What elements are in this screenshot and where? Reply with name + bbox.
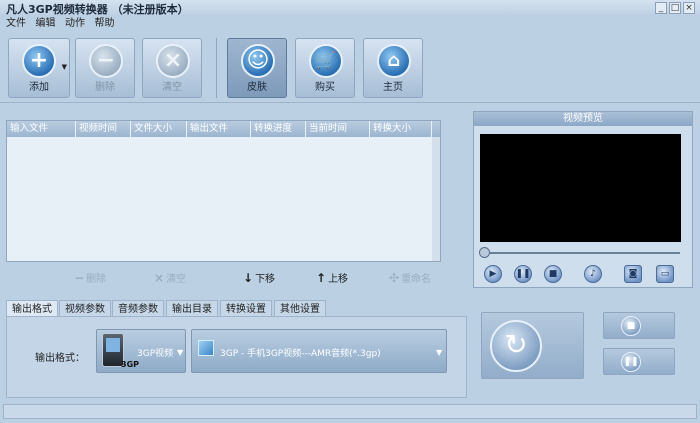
rename-label: 重命名 (401, 274, 432, 285)
video-preview-panel: 视频预览 ▶ ❚❚ ■ ♪ ◙ ▭ (473, 111, 693, 288)
format-value: 3GP视频 (137, 349, 174, 359)
menu-file[interactable]: 文件 (6, 16, 26, 31)
home-button[interactable]: ⌂ 主页 (363, 38, 423, 98)
seek-handle[interactable] (479, 247, 490, 258)
file-list-scrollbar[interactable] (432, 137, 440, 261)
arrow-up-icon: ↑ (316, 271, 327, 285)
house-icon: ⌂ (377, 44, 411, 78)
title-bar: 凡人3GP视频转换器 （未注册版本） _ □ × (0, 0, 700, 16)
minus-icon: − (74, 271, 85, 285)
volume-icon[interactable]: ♪ (584, 265, 602, 283)
buy-label: 购买 (315, 82, 335, 93)
delete-button[interactable]: − 删除 (75, 38, 135, 98)
tab-convert-settings[interactable]: 转换设置 (220, 300, 272, 317)
column-output-file[interactable]: 输出文件 (187, 121, 251, 137)
menu-help[interactable]: 帮助 (95, 16, 115, 31)
minus-icon: − (89, 44, 123, 78)
x-icon: × (154, 271, 165, 285)
move-up-button[interactable]: ↑ 上移 (316, 270, 348, 285)
list-delete-label: 删除 (86, 274, 107, 285)
cart-icon: 🛒 (309, 44, 343, 78)
menu-bar: 文件 编辑 动作 帮助 (0, 16, 700, 31)
move-down-label: 下移 (255, 274, 276, 285)
move-up-label: 上移 (328, 274, 349, 285)
tab-audio-params[interactable]: 音频参数 (112, 300, 164, 317)
rename-icon: ✣ (389, 271, 400, 285)
column-progress[interactable]: 转换进度 (251, 121, 306, 137)
chevron-down-icon: ▼ (177, 348, 184, 357)
convert-arrow-icon: ↻ (490, 320, 542, 372)
home-label: 主页 (383, 82, 403, 93)
column-current-time[interactable]: 当前时间 (306, 121, 370, 137)
status-bar (3, 404, 697, 419)
snapshot-icon[interactable]: ◙ (624, 265, 642, 283)
cube-icon (198, 340, 214, 356)
column-input-file[interactable]: 输入文件 (7, 121, 76, 137)
column-video-time[interactable]: 视频时间 (76, 121, 131, 137)
menu-edit[interactable]: 编辑 (36, 16, 56, 31)
delete-label: 删除 (95, 82, 115, 93)
maximize-button[interactable]: □ (669, 2, 681, 14)
dropdown-arrow-icon[interactable]: ▼ (62, 63, 67, 71)
format-badge: 3GP (121, 360, 139, 369)
output-format-label: 输出格式： (35, 353, 85, 364)
tab-video-params[interactable]: 视频参数 (59, 300, 111, 317)
profile-value: 3GP - 手机3GP视频---AMR音频(*.3gp) (220, 349, 381, 359)
seek-bar[interactable] (484, 252, 680, 254)
output-format-panel: 输出格式： 3GP 3GP视频 ▼ 3GP - 手机3GP视频---AMR音频(… (6, 316, 467, 398)
list-actions: − 删除 × 清空 ↓ 下移 ↑ 上移 ✣ 重命名 (6, 268, 441, 288)
add-button[interactable]: + 添加 ▼ (8, 38, 70, 98)
video-screen (480, 134, 681, 242)
tab-output-format[interactable]: 输出格式 (6, 300, 58, 317)
clear-label: 清空 (162, 82, 182, 93)
preview-title: 视频预览 (474, 112, 692, 126)
stop-icon: ■ (621, 316, 641, 336)
pause-icon[interactable]: ❚❚ (514, 265, 532, 283)
format-select[interactable]: 3GP 3GP视频 ▼ (96, 329, 186, 373)
list-delete-button[interactable]: − 删除 (74, 270, 106, 285)
file-list-header: 输入文件 视频时间 文件大小 输出文件 转换进度 当前时间 转换大小 (7, 121, 440, 137)
file-list[interactable]: 输入文件 视频时间 文件大小 输出文件 转换进度 当前时间 转换大小 (6, 120, 441, 262)
list-clear-label: 清空 (166, 274, 187, 285)
list-clear-button[interactable]: × 清空 (154, 270, 186, 285)
toolbar-divider (216, 38, 217, 98)
folder-icon[interactable]: ▭ (656, 265, 674, 283)
clear-button[interactable]: × 清空 (142, 38, 202, 98)
x-icon: × (156, 44, 190, 78)
rename-button[interactable]: ✣ 重命名 (389, 270, 431, 285)
convert-button[interactable]: ↻ (481, 312, 584, 379)
stop-button[interactable]: ■ (603, 312, 675, 339)
menu-action[interactable]: 动作 (65, 16, 85, 31)
pause-button[interactable]: ❚❚ (603, 348, 675, 375)
column-converted-size[interactable]: 转换大小 (370, 121, 432, 137)
play-icon[interactable]: ▶ (484, 265, 502, 283)
stop-icon[interactable]: ■ (544, 265, 562, 283)
pause-icon: ❚❚ (621, 352, 641, 372)
settings-tabs: 输出格式 视频参数 音频参数 输出目录 转换设置 其他设置 (6, 300, 336, 317)
window-title: 凡人3GP视频转换器 （未注册版本） (6, 3, 189, 16)
skin-label: 皮肤 (247, 82, 267, 93)
tab-output-dir[interactable]: 输出目录 (166, 300, 218, 317)
arrow-down-icon: ↓ (243, 271, 254, 285)
toolbar: + 添加 ▼ − 删除 × 清空 ☺ 皮肤 🛒 购买 ⌂ 主页 (0, 31, 700, 103)
minimize-button[interactable]: _ (655, 2, 667, 14)
plus-icon: + (22, 44, 56, 78)
skin-button[interactable]: ☺ 皮肤 (227, 38, 287, 98)
chevron-down-icon: ▼ (436, 348, 443, 357)
smiley-icon: ☺ (241, 44, 275, 78)
buy-button[interactable]: 🛒 购买 (295, 38, 355, 98)
tab-other-settings[interactable]: 其他设置 (274, 300, 326, 317)
move-down-button[interactable]: ↓ 下移 (243, 270, 275, 285)
add-label: 添加 (29, 82, 49, 93)
profile-select[interactable]: 3GP - 手机3GP视频---AMR音频(*.3gp) ▼ (191, 329, 447, 373)
close-button[interactable]: × (683, 2, 695, 14)
column-file-size[interactable]: 文件大小 (131, 121, 187, 137)
